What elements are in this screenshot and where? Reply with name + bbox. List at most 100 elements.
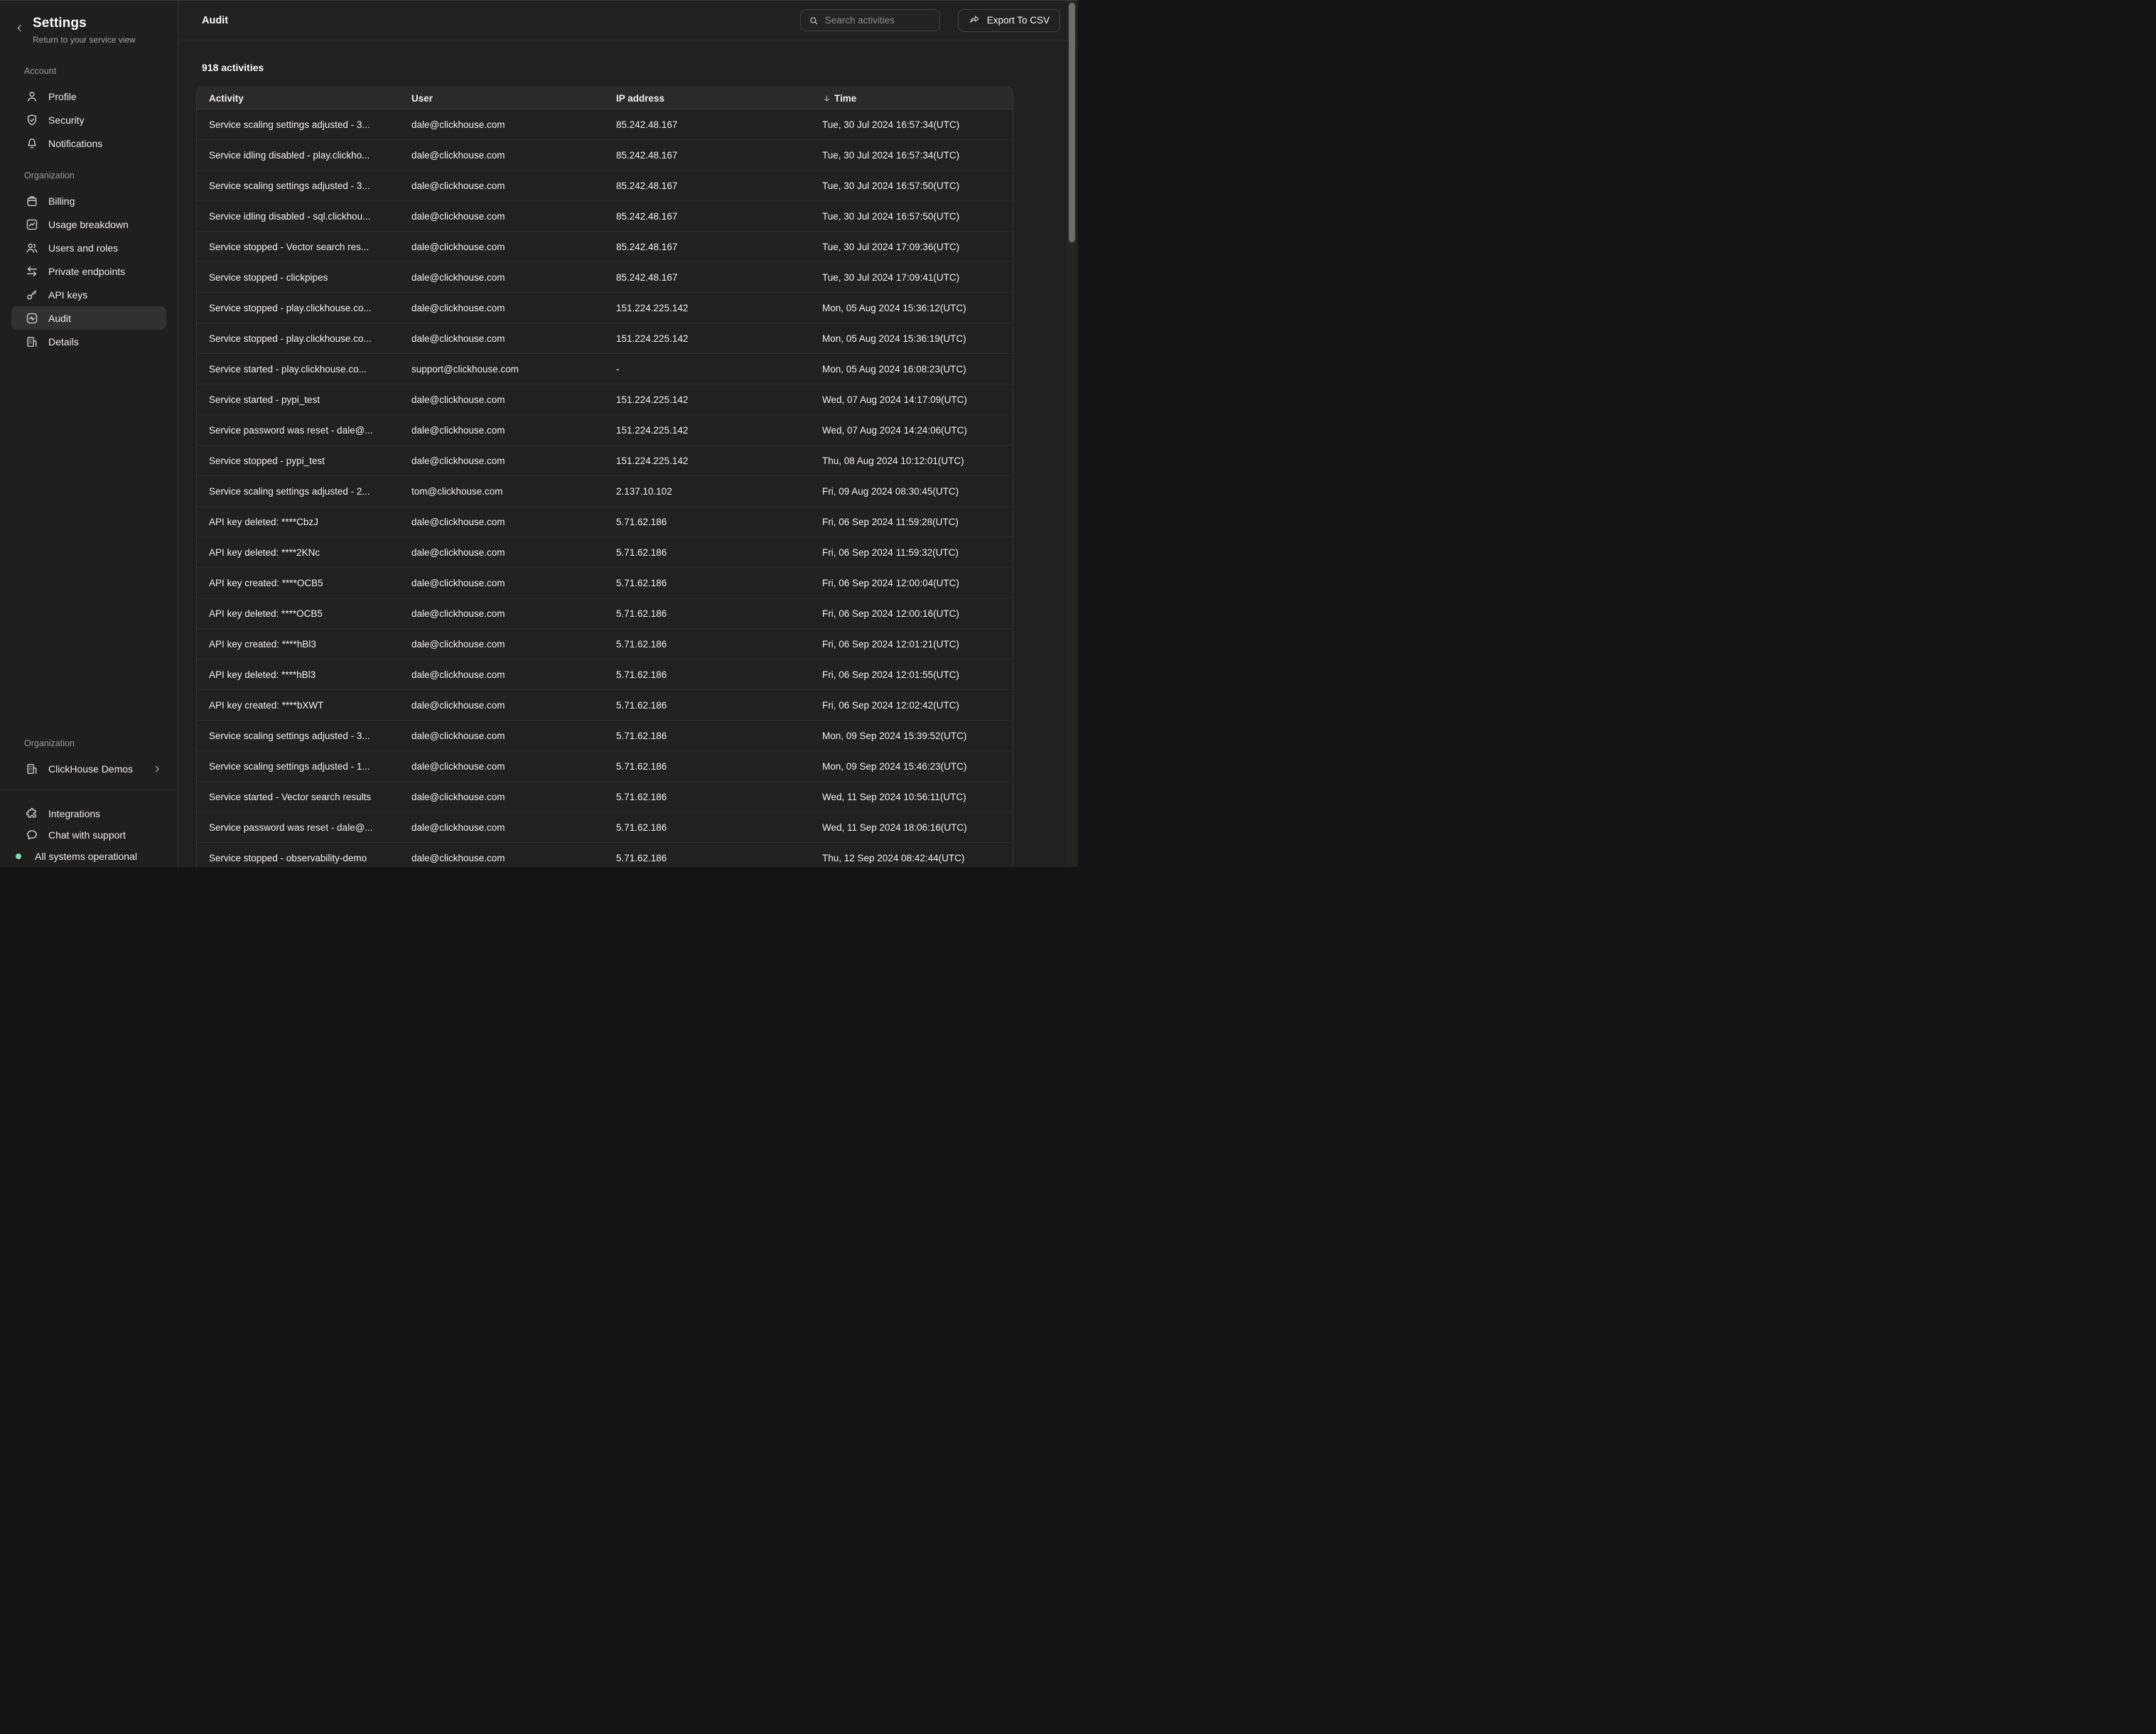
table-row[interactable]: Service scaling settings adjusted - 2...… <box>197 476 1013 507</box>
cell-time: Fri, 09 Aug 2024 08:30:45(UTC) <box>810 486 1013 497</box>
main-title: Audit <box>202 15 228 26</box>
table-row[interactable]: API key created: ****hBl3dale@clickhouse… <box>197 629 1013 659</box>
sidebar-item-clickhouse-demos[interactable]: ClickHouse Demos <box>11 757 166 780</box>
main-topbar: Audit Export To CSV <box>178 1 1078 41</box>
table-row[interactable]: Service scaling settings adjusted - 1...… <box>197 751 1013 782</box>
cell-activity: Service stopped - clickpipes <box>197 272 399 283</box>
cell-user: dale@clickhouse.com <box>399 150 604 161</box>
system-status[interactable]: All systems operational <box>11 846 166 867</box>
sidebar-item-label: Private endpoints <box>48 266 125 277</box>
cell-user: dale@clickhouse.com <box>399 792 604 802</box>
table-row[interactable]: Service stopped - clickpipesdale@clickho… <box>197 262 1013 293</box>
table-row[interactable]: Service idling disabled - sql.clickhou..… <box>197 201 1013 232</box>
cell-ip-address: 85.242.48.167 <box>604 211 810 222</box>
table-row[interactable]: Service scaling settings adjusted - 3...… <box>197 171 1013 201</box>
cell-activity: Service password was reset - dale@... <box>197 822 399 833</box>
cell-time: Wed, 07 Aug 2024 14:17:09(UTC) <box>810 394 1013 405</box>
table-row[interactable]: Service started - play.clickhouse.co...s… <box>197 354 1013 384</box>
table-row[interactable]: Service password was reset - dale@...dal… <box>197 415 1013 446</box>
table-row[interactable]: Service stopped - play.clickhouse.co...d… <box>197 323 1013 354</box>
table-row[interactable]: API key deleted: ****2KNcdale@clickhouse… <box>197 537 1013 568</box>
status-dot-icon <box>16 853 21 859</box>
table-row[interactable]: Service stopped - Vector search res...da… <box>197 232 1013 262</box>
cell-time: Tue, 30 Jul 2024 16:57:34(UTC) <box>810 150 1013 161</box>
table-row[interactable]: Service started - Vector search resultsd… <box>197 782 1013 812</box>
column-header-ip-address[interactable]: IP address <box>604 93 810 104</box>
search-activities-box[interactable] <box>800 9 940 31</box>
cell-user: dale@clickhouse.com <box>399 119 604 130</box>
column-header-activity[interactable]: Activity <box>197 93 399 104</box>
sidebar-item-details[interactable]: Details <box>11 330 166 353</box>
table-row[interactable]: Service idling disabled - play.clickho..… <box>197 140 1013 171</box>
user-icon <box>25 90 39 104</box>
cell-ip-address: 151.224.225.142 <box>604 303 810 313</box>
cell-user: dale@clickhouse.com <box>399 669 604 680</box>
table-row[interactable]: Service stopped - observability-demodale… <box>197 843 1013 867</box>
scrollbar-thumb[interactable] <box>1069 3 1075 242</box>
column-header-time[interactable]: Time <box>810 93 1013 104</box>
cell-time: Tue, 30 Jul 2024 16:57:50(UTC) <box>810 211 1013 222</box>
table-row[interactable]: API key created: ****bXWTdale@clickhouse… <box>197 690 1013 721</box>
status-label: All systems operational <box>35 851 137 862</box>
cell-time: Mon, 09 Sep 2024 15:46:23(UTC) <box>810 761 1013 772</box>
cell-activity: API key deleted: ****2KNc <box>197 547 399 558</box>
sidebar-item-users-and-roles[interactable]: Users and roles <box>11 236 166 259</box>
cell-activity: Service idling disabled - sql.clickhou..… <box>197 211 399 222</box>
cell-user: dale@clickhouse.com <box>399 761 604 772</box>
activity-square-icon <box>25 311 39 325</box>
scrollbar-track[interactable] <box>1067 1 1077 867</box>
cell-activity: API key deleted: ****CbzJ <box>197 517 399 527</box>
table-row[interactable]: Service password was reset - dale@...dal… <box>197 812 1013 843</box>
org-name-label: ClickHouse Demos <box>48 763 133 775</box>
cell-activity: Service started - play.clickhouse.co... <box>197 364 399 375</box>
column-label: User <box>411 93 433 104</box>
table-row[interactable]: Service scaling settings adjusted - 3...… <box>197 109 1013 140</box>
back-button[interactable] <box>11 20 27 36</box>
cell-user: dale@clickhouse.com <box>399 608 604 619</box>
table-row[interactable]: Service stopped - pypi_testdale@clickhou… <box>197 446 1013 476</box>
sidebar-item-audit[interactable]: Audit <box>11 306 166 330</box>
table-row[interactable]: API key deleted: ****hBl3dale@clickhouse… <box>197 659 1013 690</box>
cell-time: Fri, 06 Sep 2024 12:00:04(UTC) <box>810 578 1013 588</box>
section-label: Organization <box>24 171 166 181</box>
cell-user: dale@clickhouse.com <box>399 822 604 833</box>
app-window: Settings Return to your service view Acc… <box>0 0 1078 867</box>
cell-time: Wed, 11 Sep 2024 10:56:11(UTC) <box>810 792 1013 802</box>
cell-time: Mon, 09 Sep 2024 15:39:52(UTC) <box>810 731 1013 741</box>
page-title: Settings <box>33 16 136 31</box>
search-input[interactable] <box>825 15 932 26</box>
cell-user: dale@clickhouse.com <box>399 333 604 344</box>
export-csv-button[interactable]: Export To CSV <box>958 9 1060 32</box>
table-row[interactable]: API key created: ****OCB5dale@clickhouse… <box>197 568 1013 598</box>
cell-activity: Service stopped - Vector search res... <box>197 242 399 252</box>
sidebar-item-notifications[interactable]: Notifications <box>11 131 166 155</box>
cell-ip-address: 85.242.48.167 <box>604 272 810 283</box>
cell-user: dale@clickhouse.com <box>399 578 604 588</box>
sidebar-item-profile[interactable]: Profile <box>11 85 166 108</box>
table-row[interactable]: Service stopped - play.clickhouse.co...d… <box>197 293 1013 323</box>
column-header-user[interactable]: User <box>399 93 604 104</box>
cell-user: dale@clickhouse.com <box>399 181 604 191</box>
cell-time: Tue, 30 Jul 2024 16:57:50(UTC) <box>810 181 1013 191</box>
sidebar-footer: Integrations Chat with support All system… <box>0 790 178 867</box>
table-row[interactable]: API key deleted: ****OCB5dale@clickhouse… <box>197 598 1013 629</box>
cell-ip-address: 85.242.48.167 <box>604 150 810 161</box>
sidebar-item-label: Users and roles <box>48 242 118 254</box>
sidebar-item-chat-with-support[interactable]: Chat with support <box>11 824 166 846</box>
sidebar-item-billing[interactable]: Billing <box>11 189 166 212</box>
table-row[interactable]: Service started - pypi_testdale@clickhou… <box>197 384 1013 415</box>
sidebar-item-label: Notifications <box>48 138 102 149</box>
table-row[interactable]: Service scaling settings adjusted - 3...… <box>197 721 1013 751</box>
sidebar-item-api-keys[interactable]: API keys <box>11 283 166 306</box>
footer-item-label: Integrations <box>48 808 100 819</box>
cell-user: dale@clickhouse.com <box>399 211 604 222</box>
cell-activity: Service stopped - pypi_test <box>197 456 399 466</box>
section-label: Account <box>24 66 166 76</box>
column-label: Activity <box>209 93 244 104</box>
sidebar-item-integrations[interactable]: Integrations <box>11 803 166 824</box>
sidebar-item-security[interactable]: Security <box>11 108 166 131</box>
sidebar-item-label: Usage breakdown <box>48 219 129 230</box>
table-row[interactable]: API key deleted: ****CbzJdale@clickhouse… <box>197 507 1013 537</box>
sidebar-item-usage-breakdown[interactable]: Usage breakdown <box>11 212 166 236</box>
sidebar-item-private-endpoints[interactable]: Private endpoints <box>11 259 166 283</box>
